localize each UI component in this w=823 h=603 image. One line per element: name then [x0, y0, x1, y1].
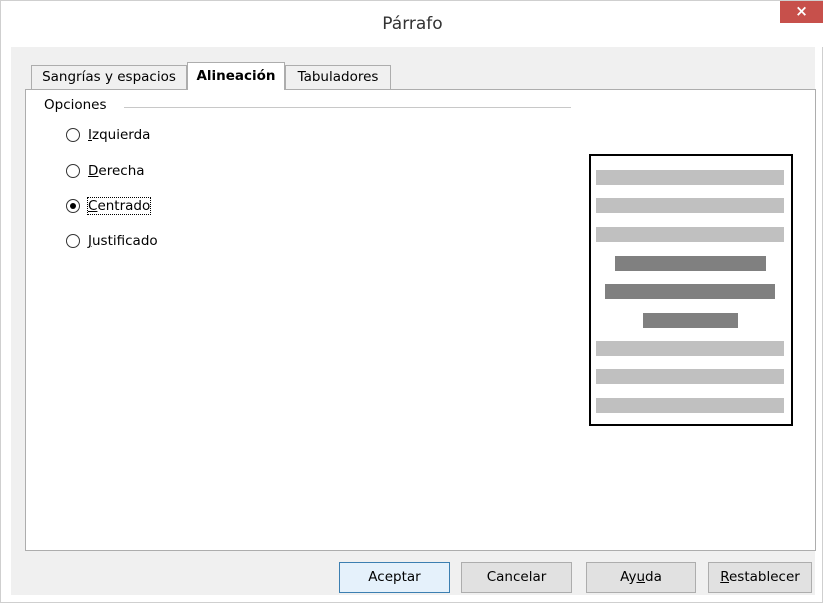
preview-line	[596, 227, 784, 242]
button-label: Ayuda	[620, 569, 662, 585]
preview-line	[643, 313, 738, 328]
radio-label: Derecha	[88, 163, 145, 179]
preview-line	[605, 284, 775, 299]
preview-line	[596, 170, 784, 185]
radio-derecha[interactable]: Derecha	[66, 160, 145, 182]
radio-label: Centrado	[86, 197, 152, 215]
radio-label: Izquierda	[88, 127, 151, 143]
radio-button[interactable]	[66, 164, 80, 178]
close-button[interactable]: ×	[780, 1, 823, 23]
button-label: Cancelar	[486, 569, 547, 585]
accept-button[interactable]: Aceptar	[339, 562, 450, 593]
title-bar[interactable]: Párrafo ×	[1, 1, 823, 47]
radio-button[interactable]	[66, 128, 80, 142]
radio-centrado[interactable]: Centrado	[66, 195, 152, 217]
group-separator	[124, 107, 571, 108]
tab-sangrias-y-espacios[interactable]: Sangrías y espacios	[31, 65, 187, 89]
tab-label: Sangrías y espacios	[42, 69, 176, 85]
cancel-button[interactable]: Cancelar	[461, 562, 572, 593]
reset-button[interactable]: Restablecer	[708, 562, 812, 593]
dialog-body: Sangrías y espacios Alineación Tabulador…	[11, 47, 816, 595]
tab-label: Alineación	[196, 68, 276, 84]
radio-label: Justificado	[88, 233, 158, 249]
preview-line	[615, 256, 766, 271]
radio-button[interactable]	[66, 234, 80, 248]
preview-line	[596, 198, 784, 213]
preview-line	[596, 398, 784, 413]
alignment-preview	[589, 154, 793, 426]
tab-label: Tabuladores	[297, 69, 379, 85]
preview-line	[596, 369, 784, 384]
button-label: Aceptar	[368, 569, 421, 585]
options-group-label: Opciones	[44, 97, 107, 113]
close-icon: ×	[795, 2, 808, 20]
tab-alineacion[interactable]: Alineación	[187, 62, 285, 90]
tab-tabuladores[interactable]: Tabuladores	[285, 65, 391, 89]
help-button[interactable]: Ayuda	[586, 562, 696, 593]
preview-line	[596, 341, 784, 356]
radio-button-checked[interactable]	[66, 199, 80, 213]
radio-justificado[interactable]: Justificado	[66, 230, 158, 252]
button-label: Restablecer	[720, 569, 800, 585]
dialog-title: Párrafo	[382, 14, 443, 34]
radio-izquierda[interactable]: Izquierda	[66, 124, 150, 146]
paragraph-dialog: Párrafo × Sangrías y espacios Alineación…	[0, 0, 823, 603]
alignment-panel: Opciones Izquierda Derecha Centrado Just…	[25, 89, 816, 551]
